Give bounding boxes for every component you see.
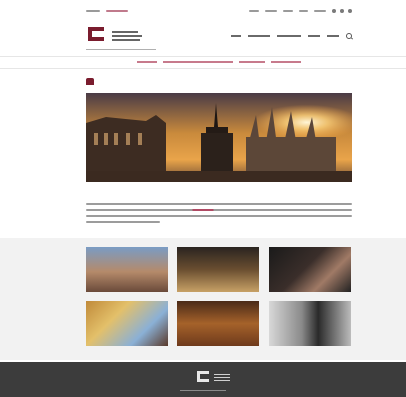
footer-logo[interactable]: [197, 370, 233, 384]
nav-item[interactable]: [277, 35, 301, 37]
text-line: [86, 221, 160, 223]
tile-1[interactable]: [86, 247, 168, 292]
top-link[interactable]: [249, 10, 259, 12]
hero-image: [86, 93, 352, 182]
search-icon[interactable]: [346, 33, 352, 39]
bag-icon: [86, 77, 94, 85]
breadcrumb-divider: [0, 68, 406, 69]
top-bar: [86, 7, 352, 15]
site-footer: [0, 362, 406, 397]
main-nav: [231, 33, 352, 39]
top-links: [86, 10, 128, 12]
logo-wordmark: [112, 31, 142, 41]
instagram-icon[interactable]: [340, 9, 344, 13]
nav-item[interactable]: [231, 35, 241, 37]
footer-wordmark: [214, 373, 230, 381]
text-line: [86, 215, 352, 217]
breadcrumb-item[interactable]: [239, 61, 265, 63]
category-tiles: [0, 238, 406, 360]
facebook-icon[interactable]: [332, 9, 336, 13]
site-header: [86, 19, 352, 53]
text-line: [86, 203, 352, 205]
breadcrumb-item[interactable]: [271, 61, 301, 63]
top-link[interactable]: [265, 10, 277, 12]
logo-tagline: [86, 49, 156, 50]
top-link[interactable]: [106, 10, 128, 12]
nav-item[interactable]: [248, 35, 270, 37]
nav-item[interactable]: [327, 35, 339, 37]
page-title-row: [86, 75, 352, 87]
tile-5[interactable]: [177, 301, 259, 346]
tile-4[interactable]: [86, 301, 168, 346]
hero-photo: [86, 93, 352, 182]
nav-item[interactable]: [308, 35, 320, 37]
social-links: [332, 9, 352, 13]
logo-mark-icon: [86, 25, 108, 47]
intro-heading: [86, 190, 352, 198]
top-link[interactable]: [283, 10, 293, 12]
youtube-icon[interactable]: [348, 9, 352, 13]
top-links-right: [249, 9, 352, 13]
text-line: [86, 209, 352, 211]
footer-subtitle: [180, 390, 226, 391]
tile-3[interactable]: [269, 247, 351, 292]
tile-6[interactable]: [269, 301, 351, 346]
top-link[interactable]: [299, 10, 308, 12]
breadcrumb-item[interactable]: [163, 61, 233, 63]
top-link[interactable]: [314, 10, 326, 12]
breadcrumb-item[interactable]: [137, 61, 157, 63]
breadcrumb: [86, 60, 352, 64]
intro-text: [86, 203, 352, 223]
footer-logo-mark-icon: [197, 370, 211, 384]
site-logo[interactable]: [86, 25, 146, 47]
header-divider: [0, 56, 406, 57]
top-link[interactable]: [86, 10, 100, 12]
tile-2[interactable]: [177, 247, 259, 292]
